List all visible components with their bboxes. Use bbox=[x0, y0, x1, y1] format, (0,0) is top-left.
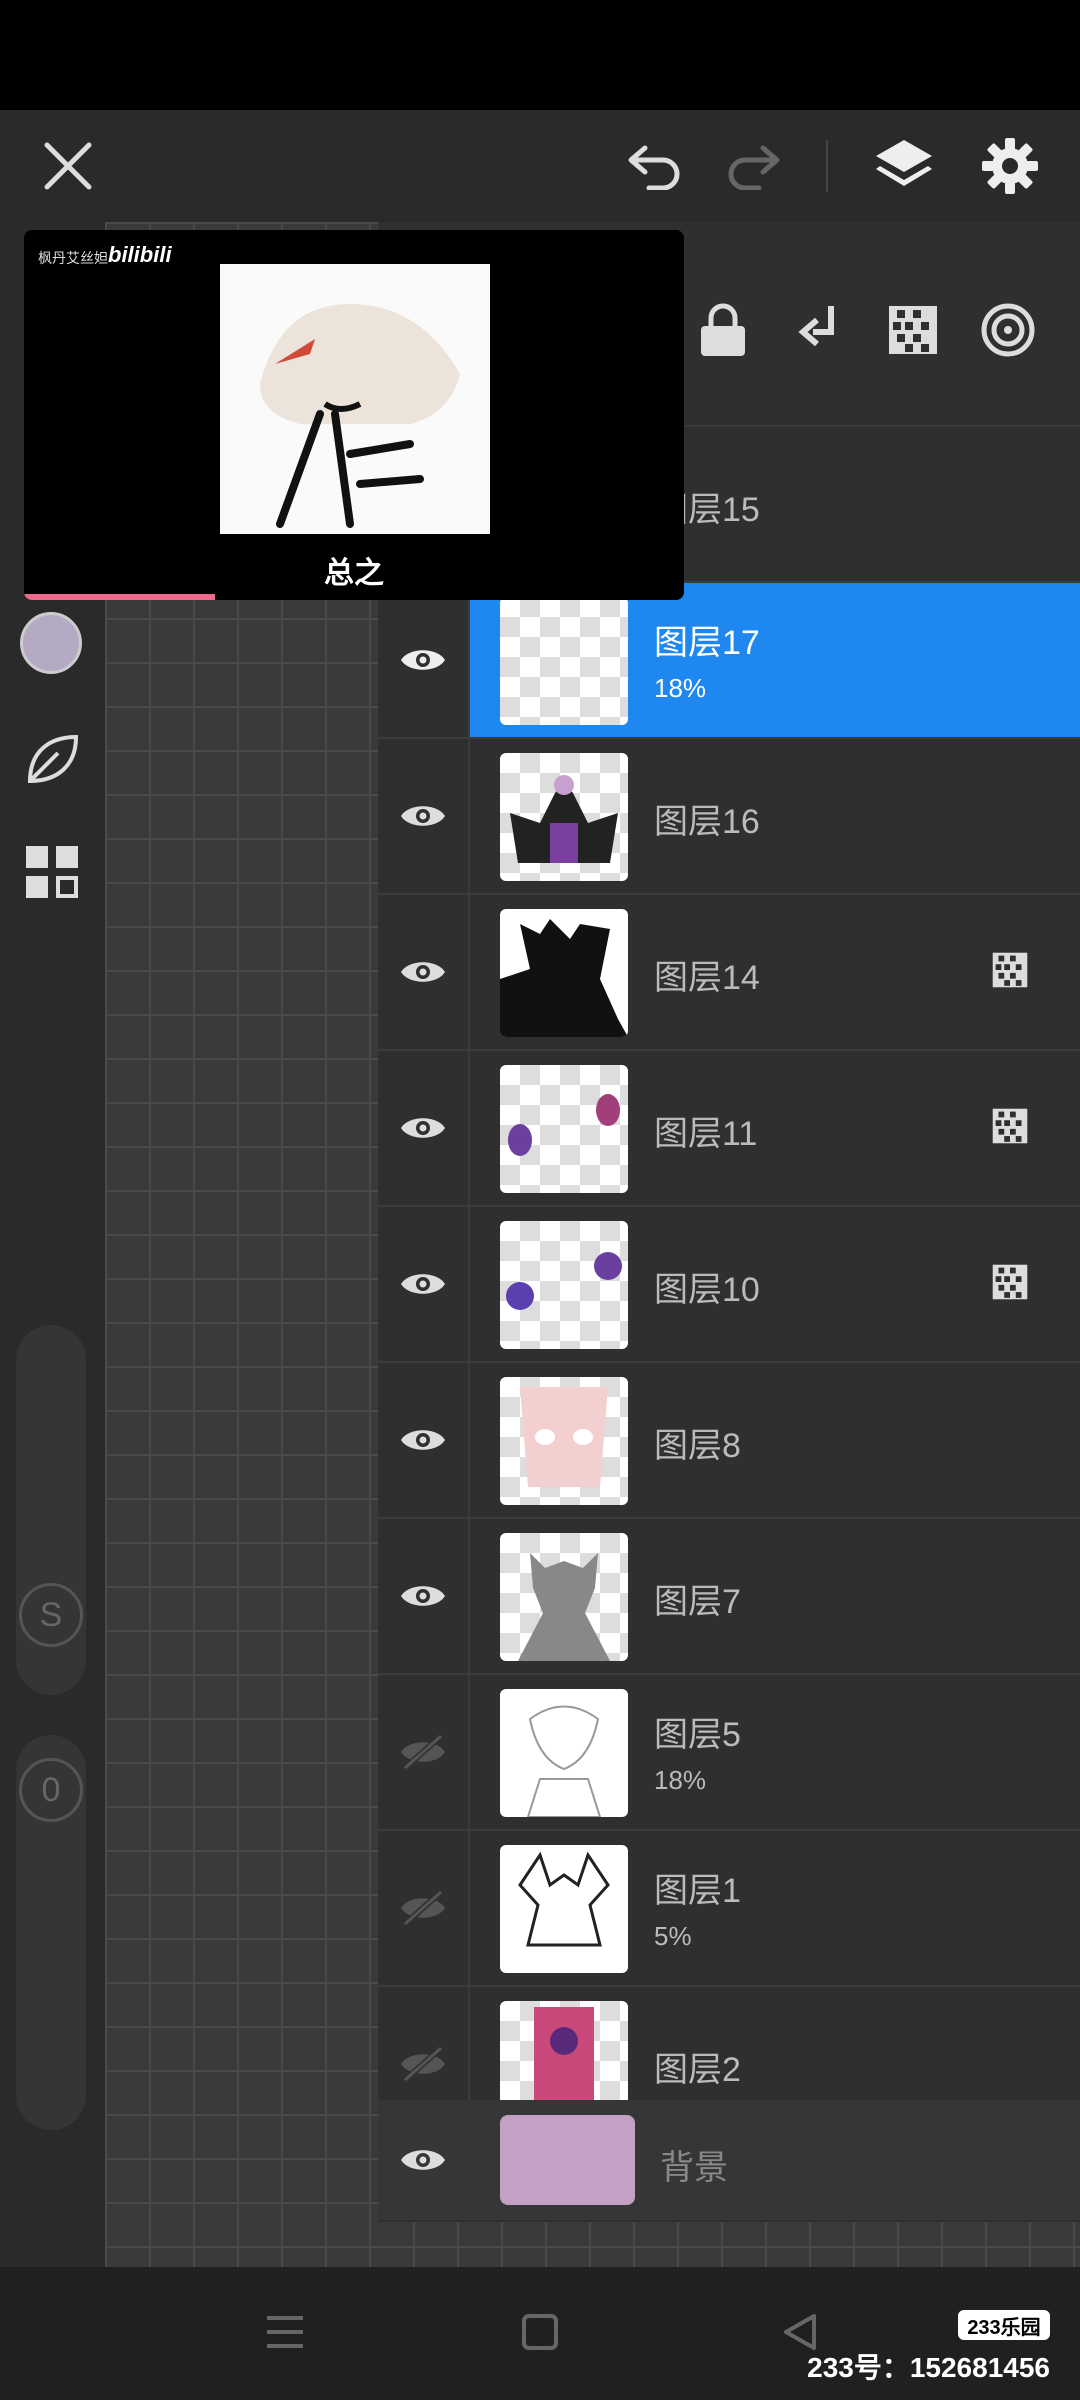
layer-row[interactable]: 图层11 bbox=[378, 1051, 1080, 1207]
eye-hidden-icon[interactable] bbox=[378, 1831, 470, 1985]
eye-icon[interactable] bbox=[378, 1519, 470, 1673]
merge-down-icon[interactable] bbox=[783, 290, 853, 370]
eye-icon[interactable] bbox=[378, 1363, 470, 1517]
layer-thumbnail bbox=[500, 1377, 628, 1505]
eye-icon[interactable] bbox=[378, 583, 470, 737]
eye-hidden-icon[interactable] bbox=[378, 1675, 470, 1829]
eye-icon[interactable] bbox=[378, 1207, 470, 1361]
eye-icon[interactable] bbox=[378, 739, 470, 893]
layer-thumbnail bbox=[500, 597, 628, 725]
background-layer-name: 背景 bbox=[660, 2149, 728, 2187]
layer-row[interactable]: 图层14 bbox=[378, 895, 1080, 1051]
video-caption: 总之 bbox=[324, 557, 384, 590]
lock-icon[interactable] bbox=[688, 290, 758, 370]
home-icon[interactable] bbox=[505, 2297, 575, 2367]
undo-icon[interactable] bbox=[620, 130, 690, 200]
layer-row[interactable]: 图层2 bbox=[378, 1987, 1080, 2102]
video-progress[interactable] bbox=[24, 594, 216, 600]
top-toolbar bbox=[0, 110, 1080, 222]
layer-thumbnail bbox=[500, 1065, 628, 1193]
layer-row[interactable]: 图层8 bbox=[378, 1363, 1080, 1519]
layer-name: 图层17 bbox=[654, 624, 760, 662]
checker-icon[interactable] bbox=[992, 1264, 1028, 1305]
status-bar bbox=[0, 0, 1080, 110]
stabilizer-icon[interactable]: S bbox=[19, 1583, 83, 1647]
layer-thumbnail bbox=[500, 1689, 628, 1817]
checker-icon[interactable] bbox=[992, 1108, 1028, 1149]
layer-name: 图层10 bbox=[654, 1271, 760, 1309]
layer-name: 图层7 bbox=[654, 1583, 741, 1621]
color-swatch[interactable] bbox=[20, 612, 82, 674]
video-channel: 枫丹艾丝妲 bbox=[38, 250, 108, 266]
layers-icon[interactable] bbox=[866, 128, 942, 204]
grid-menu-icon[interactable] bbox=[18, 838, 86, 906]
background-color-swatch[interactable] bbox=[500, 2115, 635, 2205]
floating-video-player[interactable]: 枫丹艾丝妲 bilibili 总之 bbox=[24, 230, 684, 600]
layer-name: 图层14 bbox=[654, 959, 760, 997]
layer-name: 图层5 bbox=[654, 1716, 741, 1754]
layer-name: 图层2 bbox=[654, 2051, 741, 2089]
watermark-badge: 233乐园 bbox=[958, 2310, 1050, 2340]
layer-row-selected[interactable]: 图层17 18% bbox=[378, 583, 1080, 739]
brush-size-slider[interactable]: S bbox=[16, 1325, 86, 1695]
layer-name: 图层1 bbox=[654, 1872, 741, 1910]
checker-icon[interactable] bbox=[992, 952, 1028, 993]
layer-thumbnail bbox=[500, 1845, 628, 1973]
layer-row[interactable]: 图层1 5% bbox=[378, 1831, 1080, 1987]
layer-thumbnail bbox=[500, 1533, 628, 1661]
menu-icon[interactable] bbox=[250, 2297, 320, 2367]
close-icon[interactable] bbox=[30, 128, 106, 204]
layer-opacity: 18% bbox=[654, 1765, 707, 1795]
layer-row[interactable]: 图层5 18% bbox=[378, 1675, 1080, 1831]
redo-icon[interactable] bbox=[718, 130, 788, 200]
counter-icon[interactable]: 0 bbox=[19, 1758, 83, 1822]
eye-hidden-icon[interactable] bbox=[378, 1987, 470, 2100]
background-layer-row[interactable]: 背景 bbox=[378, 2100, 1080, 2220]
layer-row[interactable]: 图层16 bbox=[378, 739, 1080, 895]
layer-name: 图层8 bbox=[654, 1427, 741, 1465]
layer-name: 图层11 bbox=[654, 1115, 758, 1153]
video-brand-logo: bilibili bbox=[108, 242, 172, 267]
brush-leaf-icon[interactable] bbox=[18, 725, 86, 793]
gear-icon[interactable] bbox=[972, 128, 1048, 204]
toolbar-divider bbox=[826, 140, 828, 192]
layer-row[interactable]: 图层7 bbox=[378, 1519, 1080, 1675]
target-icon[interactable] bbox=[973, 290, 1043, 370]
layer-name: 图层16 bbox=[654, 803, 760, 841]
eye-icon[interactable] bbox=[378, 2100, 468, 2220]
opacity-slider[interactable]: 0 bbox=[16, 1735, 86, 2130]
watermark-text: 233号：152681456 bbox=[807, 2352, 1050, 2383]
layer-opacity: 18% bbox=[654, 673, 707, 703]
layer-thumbnail bbox=[500, 909, 628, 1037]
eye-icon[interactable] bbox=[378, 1051, 470, 1205]
layer-thumbnail bbox=[500, 2001, 628, 2100]
layer-thumbnail bbox=[500, 753, 628, 881]
layer-thumbnail bbox=[500, 1221, 628, 1349]
layer-row[interactable]: 图层10 bbox=[378, 1207, 1080, 1363]
checker-icon[interactable] bbox=[878, 290, 948, 370]
video-frame bbox=[220, 264, 490, 534]
eye-icon[interactable] bbox=[378, 895, 470, 1049]
layer-opacity: 5% bbox=[654, 1921, 692, 1951]
